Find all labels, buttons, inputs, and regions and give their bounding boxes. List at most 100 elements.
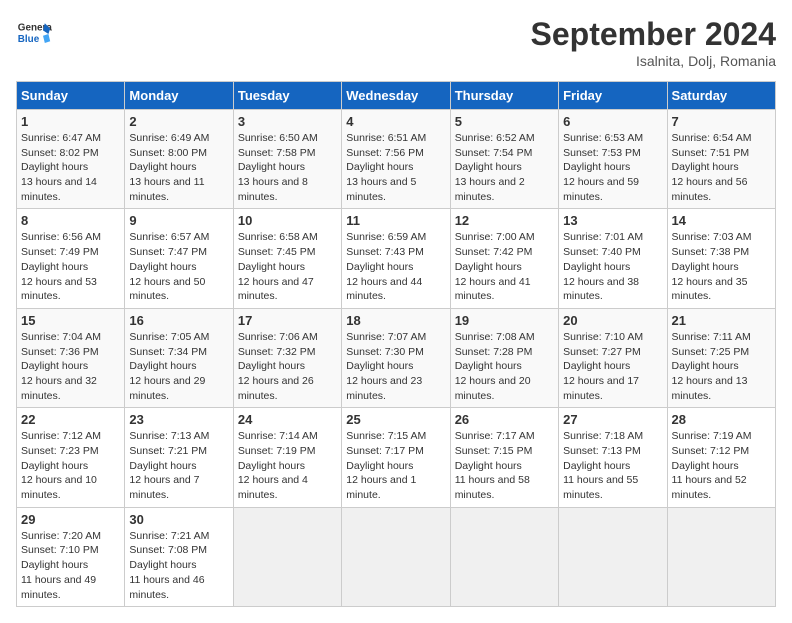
day-number: 5 [455, 114, 554, 129]
location-subtitle: Isalnita, Dolj, Romania [531, 53, 776, 69]
day-detail: Sunrise: 7:01 AM Sunset: 7:40 PM Dayligh… [563, 230, 662, 303]
day-detail: Sunrise: 7:15 AM Sunset: 7:17 PM Dayligh… [346, 429, 445, 502]
day-number: 7 [672, 114, 771, 129]
logo: General Blue [16, 16, 52, 52]
calendar-cell: 18 Sunrise: 7:07 AM Sunset: 7:30 PM Dayl… [342, 308, 450, 407]
calendar-cell: 9 Sunrise: 6:57 AM Sunset: 7:47 PM Dayli… [125, 209, 233, 308]
day-number: 15 [21, 313, 120, 328]
day-number: 30 [129, 512, 228, 527]
calendar-cell: 13 Sunrise: 7:01 AM Sunset: 7:40 PM Dayl… [559, 209, 667, 308]
day-number: 13 [563, 213, 662, 228]
day-detail: Sunrise: 6:54 AM Sunset: 7:51 PM Dayligh… [672, 131, 771, 204]
calendar-cell: 15 Sunrise: 7:04 AM Sunset: 7:36 PM Dayl… [17, 308, 125, 407]
day-detail: Sunrise: 7:08 AM Sunset: 7:28 PM Dayligh… [455, 330, 554, 403]
calendar-cell: 29 Sunrise: 7:20 AM Sunset: 7:10 PM Dayl… [17, 507, 125, 606]
day-number: 29 [21, 512, 120, 527]
weekday-header: Sunday [17, 82, 125, 110]
calendar-week-row: 1 Sunrise: 6:47 AM Sunset: 8:02 PM Dayli… [17, 110, 776, 209]
day-detail: Sunrise: 7:20 AM Sunset: 7:10 PM Dayligh… [21, 529, 120, 602]
calendar-cell: 5 Sunrise: 6:52 AM Sunset: 7:54 PM Dayli… [450, 110, 558, 209]
day-number: 17 [238, 313, 337, 328]
day-number: 6 [563, 114, 662, 129]
month-title: September 2024 [531, 16, 776, 53]
weekday-header-row: SundayMondayTuesdayWednesdayThursdayFrid… [17, 82, 776, 110]
day-detail: Sunrise: 7:07 AM Sunset: 7:30 PM Dayligh… [346, 330, 445, 403]
calendar-cell: 20 Sunrise: 7:10 AM Sunset: 7:27 PM Dayl… [559, 308, 667, 407]
day-detail: Sunrise: 6:57 AM Sunset: 7:47 PM Dayligh… [129, 230, 228, 303]
day-detail: Sunrise: 7:12 AM Sunset: 7:23 PM Dayligh… [21, 429, 120, 502]
calendar-week-row: 29 Sunrise: 7:20 AM Sunset: 7:10 PM Dayl… [17, 507, 776, 606]
day-detail: Sunrise: 7:05 AM Sunset: 7:34 PM Dayligh… [129, 330, 228, 403]
day-number: 27 [563, 412, 662, 427]
day-detail: Sunrise: 7:00 AM Sunset: 7:42 PM Dayligh… [455, 230, 554, 303]
day-number: 16 [129, 313, 228, 328]
title-block: September 2024 Isalnita, Dolj, Romania [531, 16, 776, 69]
calendar-cell: 24 Sunrise: 7:14 AM Sunset: 7:19 PM Dayl… [233, 408, 341, 507]
calendar-cell: 23 Sunrise: 7:13 AM Sunset: 7:21 PM Dayl… [125, 408, 233, 507]
calendar-cell [559, 507, 667, 606]
day-detail: Sunrise: 7:17 AM Sunset: 7:15 PM Dayligh… [455, 429, 554, 502]
day-number: 8 [21, 213, 120, 228]
calendar-week-row: 8 Sunrise: 6:56 AM Sunset: 7:49 PM Dayli… [17, 209, 776, 308]
day-number: 4 [346, 114, 445, 129]
day-number: 3 [238, 114, 337, 129]
calendar-cell: 11 Sunrise: 6:59 AM Sunset: 7:43 PM Dayl… [342, 209, 450, 308]
calendar-cell: 7 Sunrise: 6:54 AM Sunset: 7:51 PM Dayli… [667, 110, 775, 209]
calendar-cell: 10 Sunrise: 6:58 AM Sunset: 7:45 PM Dayl… [233, 209, 341, 308]
day-number: 12 [455, 213, 554, 228]
day-detail: Sunrise: 6:51 AM Sunset: 7:56 PM Dayligh… [346, 131, 445, 204]
weekday-header: Wednesday [342, 82, 450, 110]
logo-icon: General Blue [16, 16, 52, 52]
day-detail: Sunrise: 7:19 AM Sunset: 7:12 PM Dayligh… [672, 429, 771, 502]
calendar-cell: 27 Sunrise: 7:18 AM Sunset: 7:13 PM Dayl… [559, 408, 667, 507]
weekday-header: Thursday [450, 82, 558, 110]
day-detail: Sunrise: 7:14 AM Sunset: 7:19 PM Dayligh… [238, 429, 337, 502]
day-number: 18 [346, 313, 445, 328]
weekday-header: Tuesday [233, 82, 341, 110]
calendar-cell: 22 Sunrise: 7:12 AM Sunset: 7:23 PM Dayl… [17, 408, 125, 507]
day-detail: Sunrise: 7:21 AM Sunset: 7:08 PM Dayligh… [129, 529, 228, 602]
calendar-cell: 12 Sunrise: 7:00 AM Sunset: 7:42 PM Dayl… [450, 209, 558, 308]
day-number: 11 [346, 213, 445, 228]
calendar-cell: 3 Sunrise: 6:50 AM Sunset: 7:58 PM Dayli… [233, 110, 341, 209]
day-detail: Sunrise: 6:50 AM Sunset: 7:58 PM Dayligh… [238, 131, 337, 204]
day-number: 22 [21, 412, 120, 427]
calendar-cell: 2 Sunrise: 6:49 AM Sunset: 8:00 PM Dayli… [125, 110, 233, 209]
day-detail: Sunrise: 7:18 AM Sunset: 7:13 PM Dayligh… [563, 429, 662, 502]
day-number: 24 [238, 412, 337, 427]
calendar-table: SundayMondayTuesdayWednesdayThursdayFrid… [16, 81, 776, 607]
day-detail: Sunrise: 7:13 AM Sunset: 7:21 PM Dayligh… [129, 429, 228, 502]
calendar-cell: 21 Sunrise: 7:11 AM Sunset: 7:25 PM Dayl… [667, 308, 775, 407]
weekday-header: Friday [559, 82, 667, 110]
calendar-cell [450, 507, 558, 606]
day-number: 28 [672, 412, 771, 427]
calendar-cell [233, 507, 341, 606]
day-detail: Sunrise: 6:58 AM Sunset: 7:45 PM Dayligh… [238, 230, 337, 303]
page-header: General Blue September 2024 Isalnita, Do… [16, 16, 776, 69]
day-number: 9 [129, 213, 228, 228]
calendar-cell: 1 Sunrise: 6:47 AM Sunset: 8:02 PM Dayli… [17, 110, 125, 209]
day-detail: Sunrise: 7:03 AM Sunset: 7:38 PM Dayligh… [672, 230, 771, 303]
calendar-week-row: 15 Sunrise: 7:04 AM Sunset: 7:36 PM Dayl… [17, 308, 776, 407]
calendar-cell [342, 507, 450, 606]
day-detail: Sunrise: 6:56 AM Sunset: 7:49 PM Dayligh… [21, 230, 120, 303]
day-number: 21 [672, 313, 771, 328]
weekday-header: Monday [125, 82, 233, 110]
day-detail: Sunrise: 7:04 AM Sunset: 7:36 PM Dayligh… [21, 330, 120, 403]
day-detail: Sunrise: 6:53 AM Sunset: 7:53 PM Dayligh… [563, 131, 662, 204]
calendar-cell: 17 Sunrise: 7:06 AM Sunset: 7:32 PM Dayl… [233, 308, 341, 407]
svg-text:Blue: Blue [18, 34, 40, 45]
day-detail: Sunrise: 6:59 AM Sunset: 7:43 PM Dayligh… [346, 230, 445, 303]
calendar-cell: 30 Sunrise: 7:21 AM Sunset: 7:08 PM Dayl… [125, 507, 233, 606]
calendar-cell: 4 Sunrise: 6:51 AM Sunset: 7:56 PM Dayli… [342, 110, 450, 209]
day-number: 26 [455, 412, 554, 427]
day-detail: Sunrise: 7:10 AM Sunset: 7:27 PM Dayligh… [563, 330, 662, 403]
calendar-cell: 14 Sunrise: 7:03 AM Sunset: 7:38 PM Dayl… [667, 209, 775, 308]
day-number: 14 [672, 213, 771, 228]
day-number: 10 [238, 213, 337, 228]
day-detail: Sunrise: 7:11 AM Sunset: 7:25 PM Dayligh… [672, 330, 771, 403]
day-detail: Sunrise: 6:49 AM Sunset: 8:00 PM Dayligh… [129, 131, 228, 204]
calendar-cell: 16 Sunrise: 7:05 AM Sunset: 7:34 PM Dayl… [125, 308, 233, 407]
calendar-cell: 26 Sunrise: 7:17 AM Sunset: 7:15 PM Dayl… [450, 408, 558, 507]
calendar-cell: 8 Sunrise: 6:56 AM Sunset: 7:49 PM Dayli… [17, 209, 125, 308]
